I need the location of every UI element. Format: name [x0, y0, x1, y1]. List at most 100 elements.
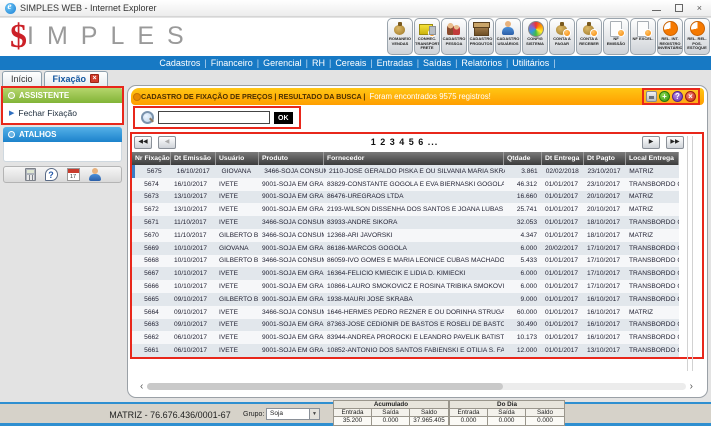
menu-item-cadastros[interactable]: Cadastros [155, 58, 204, 68]
table-cell: IVETE [216, 206, 259, 213]
print-button[interactable] [646, 91, 657, 102]
table-cell: 83933-ANDRE SIKORA [324, 219, 504, 226]
scrollbar-track[interactable] [147, 383, 685, 390]
table-cell: TRANSBORDO QU [626, 347, 679, 354]
menu-item-financeiro[interactable]: Financeiro [207, 58, 257, 68]
column-header-8[interactable]: Dt Pagto [584, 152, 626, 165]
toolbar-button-people[interactable]: CADASTRO PESSOA [441, 18, 467, 55]
table-cell: 23/10/2017 [584, 181, 626, 188]
circle-bullet-icon [8, 131, 15, 138]
table-row[interactable]: 567516/10/2017GIOVANA3466-SOJA CONSUMO21… [132, 165, 679, 178]
grupo-label: Grupo: [243, 411, 264, 418]
sidebar-atalhos-header[interactable]: ATALHOS [3, 127, 122, 142]
search-ok-button[interactable]: OK [274, 112, 293, 124]
calculator-icon[interactable] [25, 168, 36, 181]
table-row[interactable]: 567213/10/2017IVETE9001-SOJA EM GRÃOS219… [132, 203, 679, 216]
page-numbers[interactable]: 1 2 3 4 5 6 ... [132, 137, 677, 147]
column-header-1[interactable]: Nr Fixação [132, 152, 171, 165]
menu-item-utilitários[interactable]: Utilitários [508, 58, 553, 68]
search-input[interactable] [158, 111, 270, 124]
window-title: SIMPLES WEB - Internet Explorer [20, 3, 157, 13]
table-row[interactable]: 566206/10/2017IVETE9001-SOJA EM GRÃOS839… [132, 331, 679, 344]
table-cell: 5671 [132, 219, 171, 226]
table-cell: 01/01/2017 [542, 219, 584, 226]
column-header-3[interactable]: Usuário [216, 152, 259, 165]
table-row[interactable]: 566106/10/2017IVETE9001-SOJA EM GRÃOS108… [132, 344, 679, 357]
column-header-9[interactable]: Local Entrega [626, 152, 679, 165]
table-cell: TRANSBORDO CA [626, 219, 679, 226]
menu-item-cereais[interactable]: Cereais [331, 58, 370, 68]
money-bag-icon [553, 21, 571, 36]
toolbar-button-truck[interactable]: CONHEC. TRANSPORTE FRETE [414, 18, 440, 55]
tab-fixação[interactable]: Fixação× [44, 71, 109, 86]
table-cell: 5672 [132, 206, 171, 213]
menu-item-saídas[interactable]: Saídas [419, 58, 455, 68]
table-cell: GILBERTO B [216, 296, 259, 303]
table-cell: 3466-SOJA CONSUMO [259, 219, 324, 226]
acumulado-table: AcumuladoEntradaSaídaSaldo35.2000.00037.… [333, 400, 449, 426]
tabsbar: InícioFixação× [2, 70, 108, 86]
toolbar-button-palette[interactable]: CONFIG SISTEMA [522, 18, 548, 55]
toolbar-button-money-bag[interactable]: ROMANEIO VENDAS [387, 18, 413, 55]
toolbar-button-money-bag[interactable]: CONTA A RECEBER [576, 18, 602, 55]
table-row[interactable]: 567416/10/2017IVETE9001-SOJA EM GRÃOS838… [132, 178, 679, 191]
table-row[interactable]: 566710/10/2017IVETE9001-SOJA EM GRÃOS163… [132, 267, 679, 280]
table-row[interactable]: 567313/10/2017IVETE9001-SOJA EM GRÃOS864… [132, 191, 679, 204]
menu-item-rh[interactable]: RH [308, 58, 329, 68]
sidebar-item-fechar-fixacao[interactable]: ▶ Fechar Fixação [3, 103, 122, 123]
table-cell: 5674 [132, 181, 171, 188]
menu-item-gerencial[interactable]: Gerencial [259, 58, 306, 68]
toolbar-button-user-blue[interactable]: CADASTRO USUÁRIOS [495, 18, 521, 55]
minimize-button[interactable] [652, 6, 661, 11]
menu-item-relatórios[interactable]: Relatórios [457, 58, 506, 68]
table-row[interactable]: 566810/10/2017GILBERTO B3466-SOJA CONSUM… [132, 255, 679, 268]
toolbar-button-products[interactable]: CADASTRO PRODUTOS [468, 18, 494, 55]
menu-item-entradas[interactable]: Entradas [373, 58, 417, 68]
palette-icon [526, 21, 544, 36]
toolbar-button-doc[interactable]: NF EXCEL. [630, 18, 656, 55]
table-cell: IVETE [216, 181, 259, 188]
toolbar-button-doc[interactable]: NF EMISSÃO [603, 18, 629, 55]
calendar-icon[interactable]: 17 [67, 168, 80, 181]
user-icon[interactable] [89, 168, 101, 181]
toolbar-button-pie[interactable]: REL. REL. POS. ESTOQUE [684, 18, 710, 55]
help-icon[interactable]: ? [45, 168, 58, 181]
maximize-button[interactable] [675, 4, 683, 12]
tab-close-icon[interactable]: × [90, 74, 99, 83]
scroll-left-icon[interactable]: ‹ [140, 382, 143, 392]
table-row[interactable]: 566610/10/2017IVETE9001-SOJA EM GRÃOS108… [132, 280, 679, 293]
add-button[interactable]: + [659, 91, 670, 102]
table-cell: 01/01/2017 [542, 181, 584, 188]
close-button[interactable]: × [685, 91, 696, 102]
column-header-4[interactable]: Produto [259, 152, 324, 165]
table-row[interactable]: 567011/10/2017GILBERTO B3466-SOJA CONSUM… [132, 229, 679, 242]
close-window-button[interactable]: × [697, 3, 702, 13]
table-row[interactable]: 566910/10/2017GIOVANA9001-SOJA EM GRÃOS8… [132, 242, 679, 255]
scroll-right-icon[interactable]: › [690, 382, 693, 392]
table-row[interactable]: 566509/10/2017GILBERTO B9001-SOJA EM GRÃ… [132, 293, 679, 306]
tab-início[interactable]: Início [2, 71, 42, 86]
help-button[interactable]: ? [672, 91, 683, 102]
table-row[interactable]: 567111/10/2017IVETE3466-SOJA CONSUMO8393… [132, 216, 679, 229]
next-page-button[interactable]: ▶ [642, 136, 660, 149]
toolbar-button-money-bag[interactable]: CONTA A PAGAR [549, 18, 575, 55]
table-cell: 01/01/2017 [542, 257, 584, 264]
table-row[interactable]: 566309/10/2017IVETE9001-SOJA EM GRÃOS873… [132, 319, 679, 332]
table-cell: 5664 [132, 309, 171, 316]
last-page-button[interactable]: ▶▶ [666, 136, 684, 149]
toolbar-button-pie[interactable]: REL. INT. REGISTRO INVENTÁRIO [657, 18, 683, 55]
column-header-7[interactable]: Dt Entrega [542, 152, 584, 165]
table-row[interactable]: 566409/10/2017IVETE3466-SOJA CONSUMO1646… [132, 306, 679, 319]
column-header-6[interactable]: Qtdade [504, 152, 542, 165]
table-cell: 86476-UREGRÃOS LTDA [324, 193, 504, 200]
column-header-2[interactable]: Dt Emissão [171, 152, 216, 165]
grupo-select[interactable]: Soja ▼ [266, 408, 320, 420]
column-header-5[interactable]: Fornecedor [324, 152, 504, 165]
money-bag-icon [391, 21, 409, 36]
scrollbar-thumb[interactable] [147, 383, 502, 390]
doc-icon [634, 21, 652, 36]
table-cell: 09/10/2017 [171, 309, 216, 316]
table-cell: 32.053 [504, 219, 542, 226]
table-cell: 2193-WILSON DISSENHA DOS SANTOS E JOANA … [324, 206, 504, 213]
sidebar-assistente-header[interactable]: ASSISTENTE [3, 88, 122, 103]
